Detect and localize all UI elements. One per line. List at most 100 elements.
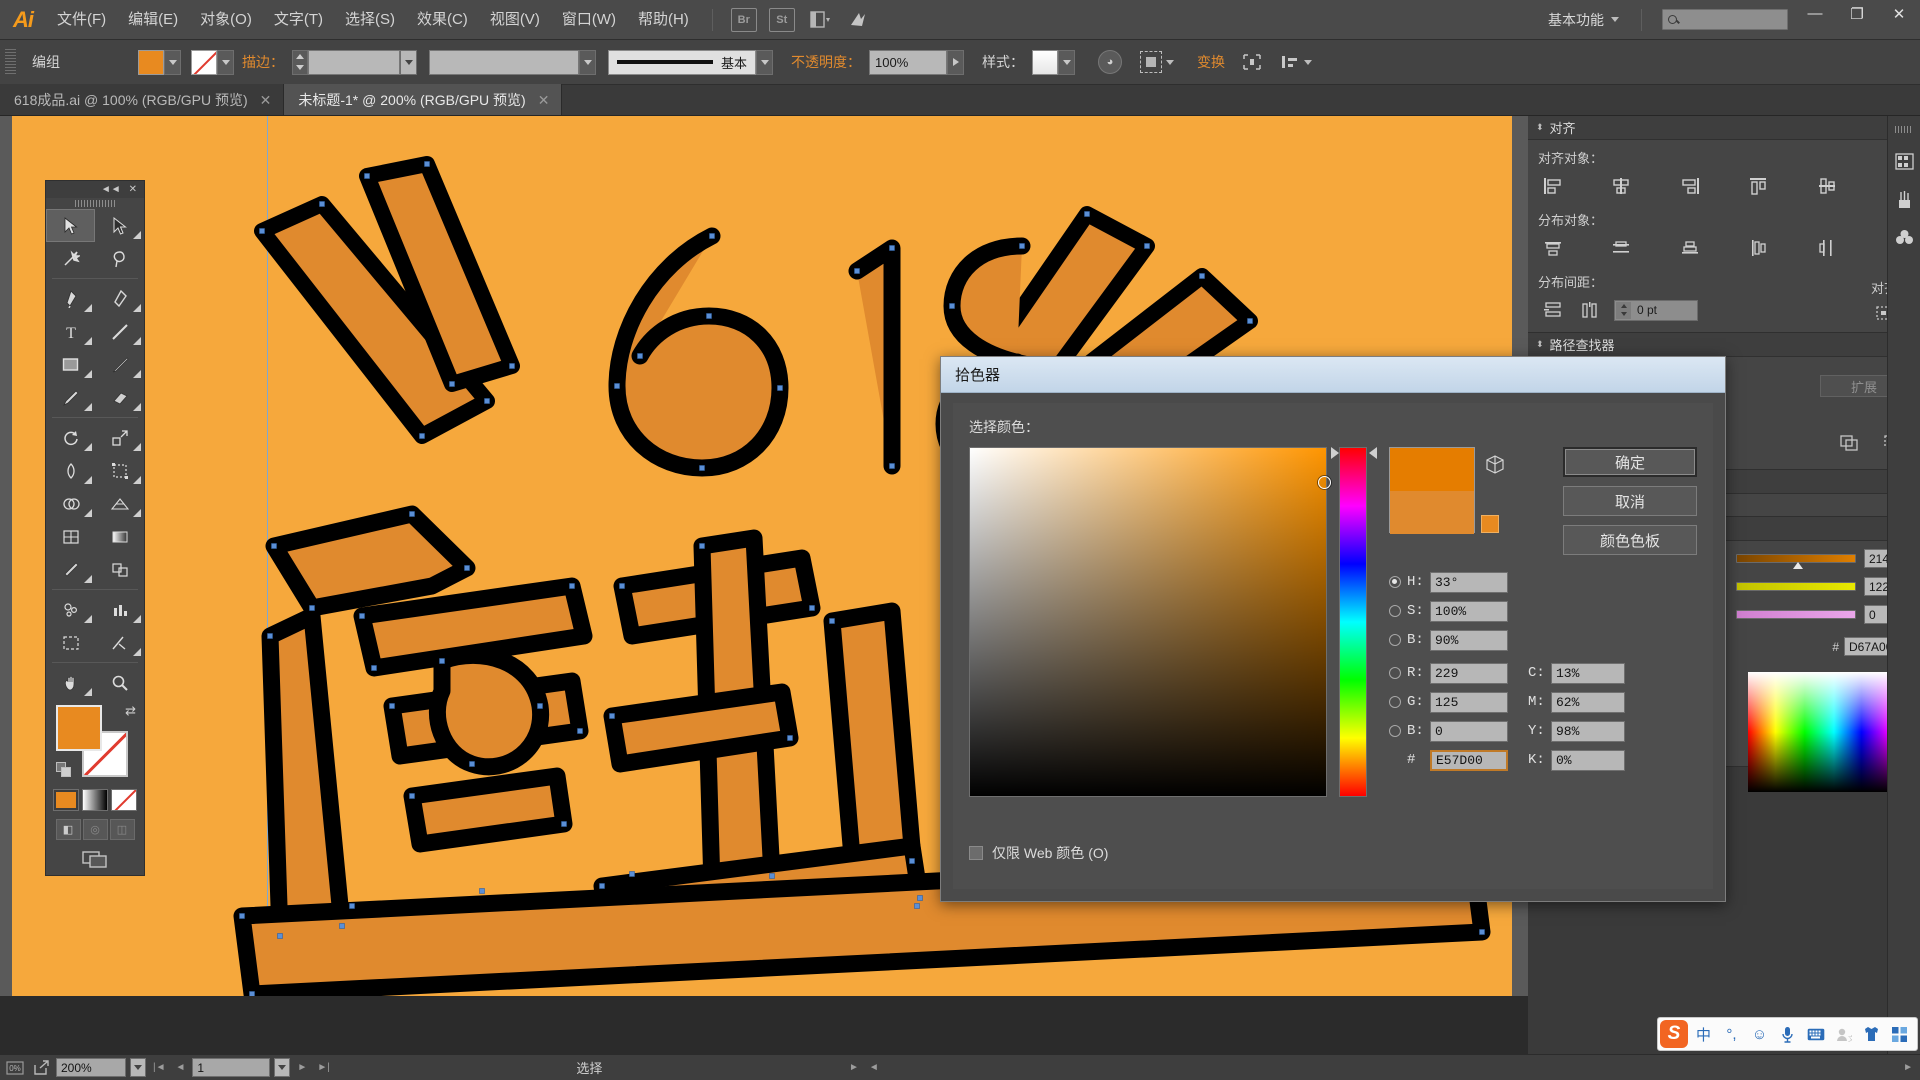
sogou-logo-icon[interactable]: S — [1660, 1020, 1688, 1048]
brush-definition-field[interactable]: 基本 — [608, 49, 756, 75]
spacing-value-field[interactable]: 0 pt — [1614, 299, 1698, 321]
paintbrush-tool[interactable] — [95, 348, 144, 381]
opacity-mask-button[interactable]: ◕ — [1089, 50, 1131, 74]
tools-panel-grip[interactable] — [46, 198, 144, 209]
web-only-colors-option[interactable]: 仅限 Web 颜色 (O) — [969, 843, 1108, 863]
spacing-stepper-icon[interactable] — [1616, 301, 1631, 319]
emoji-icon[interactable]: ☺ — [1747, 1022, 1772, 1047]
stroke-weight-dropdown-icon[interactable] — [400, 49, 417, 75]
symbol-sprayer-tool[interactable] — [46, 593, 95, 626]
previous-color-swatch[interactable] — [1390, 491, 1474, 534]
blend-tool[interactable] — [95, 553, 144, 586]
pathfinder-divide-button[interactable] — [1834, 431, 1864, 455]
distribute-center-horizontal-button[interactable] — [1812, 236, 1842, 260]
blue-input[interactable]: 0 — [1430, 720, 1508, 742]
yellow-input[interactable]: 98% — [1551, 720, 1625, 742]
perspective-grid-tool[interactable] — [95, 487, 144, 520]
stock-icon[interactable]: St — [768, 7, 795, 32]
hue-radio[interactable] — [1389, 576, 1401, 588]
stock-search-icon[interactable] — [845, 8, 871, 32]
stroke-dropdown-icon[interactable] — [217, 49, 234, 75]
draw-normal-button[interactable]: ◧ — [55, 819, 81, 840]
saturation-radio[interactable] — [1389, 605, 1401, 617]
none-mode-button[interactable] — [111, 789, 137, 811]
opacity-field[interactable]: 100% — [869, 49, 947, 75]
artboard-percent-icon[interactable]: 0% — [4, 1058, 26, 1078]
magenta-input[interactable]: 62% — [1551, 691, 1625, 713]
share-document-icon[interactable] — [30, 1058, 52, 1078]
curvature-tool[interactable] — [95, 282, 144, 315]
blue-slider[interactable] — [1736, 610, 1856, 619]
scroll-left-icon[interactable]: ◄ — [866, 1062, 882, 1073]
distribute-vertical-spacing-button[interactable] — [1538, 298, 1568, 322]
tools-collapse-icon[interactable]: ◄◄ — [101, 184, 121, 195]
distribute-horizontal-spacing-button[interactable] — [1576, 298, 1606, 322]
fill-dropdown-icon[interactable] — [164, 49, 181, 75]
pathfinder-panel-toggle-icon[interactable]: ⬍ — [1536, 339, 1544, 350]
default-fill-stroke-icon[interactable] — [56, 762, 71, 777]
picker-hex-input[interactable]: E57D00 — [1430, 749, 1508, 771]
width-tool[interactable] — [46, 454, 95, 487]
lasso-tool[interactable] — [95, 242, 144, 275]
last-artboard-icon[interactable]: ►| — [314, 1062, 333, 1073]
hue-input[interactable]: 33° — [1430, 571, 1508, 593]
brightness-input[interactable]: 90% — [1430, 629, 1508, 651]
distribute-center-vertical-button[interactable] — [1606, 236, 1636, 260]
menu-file[interactable]: 文件(F) — [46, 0, 117, 40]
gradient-mode-button[interactable] — [82, 789, 108, 811]
stroke-profile-field[interactable] — [429, 49, 579, 75]
opacity-dropdown-icon[interactable] — [947, 49, 964, 75]
rectangle-tool[interactable] — [46, 348, 95, 381]
style-dropdown-icon[interactable] — [1058, 49, 1075, 75]
saturation-input[interactable]: 100% — [1430, 600, 1508, 622]
color-field[interactable] — [969, 447, 1331, 797]
menu-window[interactable]: 窗口(W) — [551, 0, 627, 40]
arrange-documents-icon[interactable] — [807, 8, 833, 32]
fill-color-control[interactable] — [138, 49, 181, 75]
hue-slider[interactable] — [1339, 447, 1367, 797]
distribute-top-button[interactable] — [1538, 236, 1568, 260]
pathfinder-panel-header[interactable]: ⬍ 路径查找器 ≡ — [1528, 333, 1920, 357]
align-panel-toggle-icon[interactable]: ⬍ — [1536, 122, 1544, 133]
skin-icon[interactable] — [1859, 1022, 1884, 1047]
gradient-tool[interactable] — [95, 520, 144, 553]
stroke-swatch-none[interactable] — [191, 49, 217, 75]
zoom-dropdown-icon[interactable] — [130, 1058, 146, 1077]
keyboard-icon[interactable] — [1803, 1022, 1828, 1047]
direct-selection-tool[interactable] — [95, 209, 144, 242]
column-graph-tool[interactable] — [95, 593, 144, 626]
red-radio[interactable] — [1389, 667, 1401, 679]
web-safe-color-swatch[interactable] — [1481, 515, 1499, 533]
green-input[interactable]: 125 — [1430, 691, 1508, 713]
menu-type[interactable]: 文字(T) — [263, 0, 334, 40]
menu-edit[interactable]: 编辑(E) — [117, 0, 189, 40]
free-transform-tool[interactable] — [95, 454, 144, 487]
distribute-left-button[interactable] — [1743, 236, 1773, 260]
green-radio[interactable] — [1389, 696, 1401, 708]
transform-button[interactable]: 变换 — [1189, 52, 1233, 72]
align-left-button[interactable] — [1538, 174, 1568, 198]
isolate-button[interactable] — [1233, 53, 1271, 71]
pen-tool[interactable] — [46, 282, 95, 315]
mesh-tool[interactable] — [46, 520, 95, 553]
distribute-bottom-button[interactable] — [1675, 236, 1705, 260]
document-tab-1[interactable]: 618成品.ai @ 100% (RGB/GPU 预览) ✕ — [0, 84, 285, 115]
menu-help[interactable]: 帮助(H) — [627, 0, 700, 40]
stroke-color-control[interactable] — [191, 49, 234, 75]
swatches-panel-icon[interactable] — [1894, 153, 1914, 174]
pencil-tool[interactable] — [46, 381, 95, 414]
brush-dropdown-icon[interactable] — [756, 49, 773, 75]
menu-select[interactable]: 选择(S) — [334, 0, 406, 40]
cancel-button[interactable]: 取消 — [1563, 486, 1697, 516]
scroll-right-icon[interactable]: ► — [1900, 1062, 1916, 1073]
align-center-horizontal-button[interactable] — [1606, 174, 1636, 198]
minimize-button[interactable]: — — [1794, 0, 1836, 28]
red-input[interactable]: 229 — [1430, 662, 1508, 684]
color-mode-button[interactable] — [53, 789, 79, 811]
stroke-weight-field[interactable] — [308, 49, 400, 75]
green-slider[interactable] — [1736, 582, 1856, 591]
menu-effect[interactable]: 效果(C) — [406, 0, 479, 40]
tools-close-icon[interactable]: ✕ — [129, 184, 137, 195]
shape-builder-tool[interactable] — [46, 487, 95, 520]
change-screen-mode-button[interactable] — [46, 849, 144, 869]
